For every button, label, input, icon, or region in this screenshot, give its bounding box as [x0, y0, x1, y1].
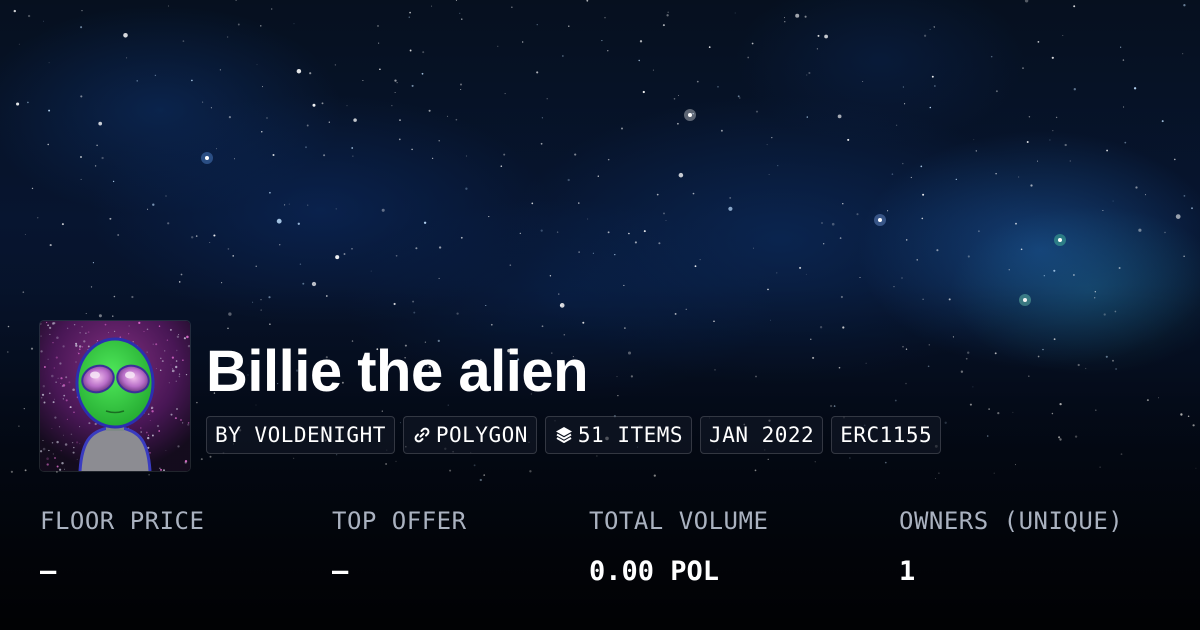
floor-price-label: FLOOR PRICE [40, 507, 205, 535]
items-tag: 51 ITEMS [544, 416, 693, 454]
collection-avatar [40, 321, 190, 471]
link-icon [412, 425, 432, 445]
creator-tag-label: BY VOLDENIGHT [215, 423, 386, 447]
created-date-tag: JAN 2022 [700, 416, 824, 454]
owners-label: OWNERS (UNIQUE) [899, 507, 1124, 535]
top-offer-label: TOP OFFER [332, 507, 467, 535]
alien-avatar-image [40, 321, 190, 471]
collection-title: Billie the alien [206, 339, 589, 404]
chain-tag-label: POLYGON [435, 423, 528, 447]
top-offer-value: – [332, 556, 349, 587]
created-date-label: JAN 2022 [709, 423, 815, 447]
creator-tag[interactable]: BY VOLDENIGHT [206, 416, 395, 454]
chain-tag[interactable]: POLYGON [402, 416, 537, 454]
owners-value: 1 [899, 556, 916, 587]
items-tag-label: 51 ITEMS [577, 423, 684, 447]
collection-share-card: Billie the alien BY VOLDENIGHT POLYGON 5… [0, 0, 1200, 630]
token-standard-label: ERC1155 [840, 423, 933, 447]
layers-icon [554, 425, 574, 445]
total-volume-value: 0.00 POL [589, 556, 720, 587]
token-standard-tag: ERC1155 [831, 416, 942, 454]
collection-tags: BY VOLDENIGHT POLYGON 51 ITEMS JAN 2022 … [206, 416, 942, 454]
total-volume-label: TOTAL VOLUME [589, 507, 769, 535]
floor-price-value: – [40, 556, 57, 587]
